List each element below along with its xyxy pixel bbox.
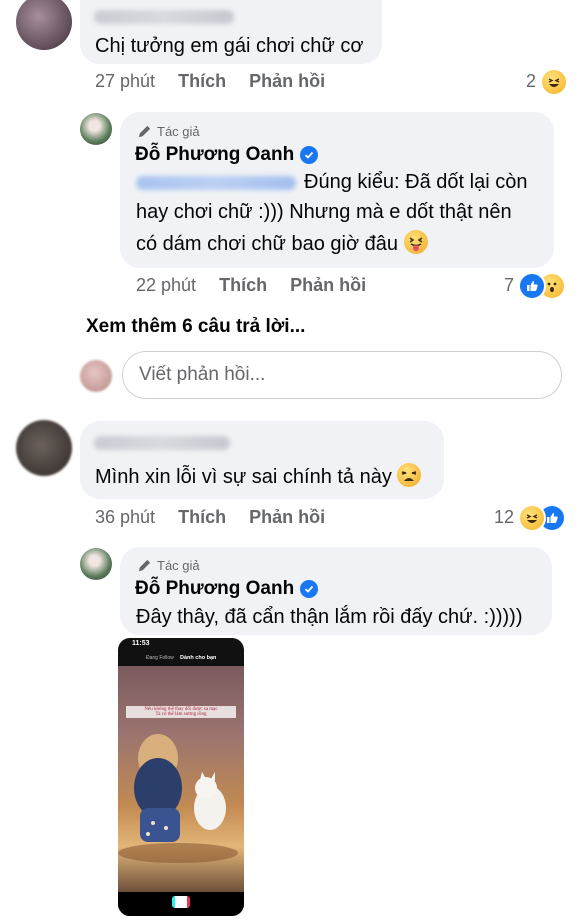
commenter-name-blurred[interactable] xyxy=(94,10,234,24)
commenter-avatar[interactable] xyxy=(16,420,72,476)
reply-text-line-2: hay chơi chữ :))) Nhưng mà e dốt thật nê… xyxy=(136,201,512,223)
commenter-name-blurred[interactable] xyxy=(94,436,230,450)
video-illustration xyxy=(118,734,238,863)
verified-badge-icon xyxy=(300,146,319,164)
comment-text: Chị tưởng em gái chơi chữ cơ xyxy=(95,35,364,57)
verified-badge-icon xyxy=(300,580,319,598)
comment-time[interactable]: 36 phút xyxy=(95,507,155,527)
reply-meta: 22 phút Thích Phản hồi xyxy=(136,275,366,296)
author-tag: Tác giả xyxy=(137,558,200,573)
reaction-count[interactable]: 12 xyxy=(494,507,514,528)
reaction-count[interactable]: 2 xyxy=(526,71,536,92)
comment-time[interactable]: 27 phút xyxy=(95,71,155,91)
pen-icon xyxy=(138,559,151,572)
like-reaction-icon[interactable] xyxy=(518,272,546,300)
author-avatar[interactable] xyxy=(80,113,112,145)
comment-text: Mình xin lỗi vì sự sai chính tả này xyxy=(95,461,422,493)
attached-screenshot[interactable]: 11:53 Đang Follow Dành cho bạn Nếu không… xyxy=(118,638,244,916)
create-button xyxy=(172,896,190,908)
author-name[interactable]: Đỗ Phương Oanh xyxy=(135,144,319,166)
haha-reaction-icon[interactable] xyxy=(540,68,568,96)
pen-icon xyxy=(138,125,151,138)
reply-button[interactable]: Phản hồi xyxy=(290,275,366,295)
commenter-avatar[interactable] xyxy=(16,0,72,50)
reply-time[interactable]: 22 phút xyxy=(136,275,196,295)
tab-following: Đang Follow xyxy=(146,655,174,661)
reply-input[interactable] xyxy=(123,352,561,398)
like-button[interactable]: Thích xyxy=(178,71,226,91)
video-caption: Nếu không thể thay đổi được sa mạc Ta có… xyxy=(126,706,236,718)
tongue-emoji-icon xyxy=(403,230,428,254)
reply-field[interactable] xyxy=(122,351,562,399)
reply-button[interactable]: Phản hồi xyxy=(249,507,325,527)
status-time: 11:53 xyxy=(132,640,150,647)
see-more-replies-link[interactable]: Xem thêm 6 câu trả lời... xyxy=(86,316,305,338)
comment-meta: 27 phút Thích Phản hồi xyxy=(95,71,325,92)
reaction-count[interactable]: 7 xyxy=(504,275,514,296)
author-tag: Tác giả xyxy=(137,124,200,139)
tagged-name-blurred[interactable] xyxy=(136,176,296,190)
comment-meta: 36 phút Thích Phản hồi xyxy=(95,507,325,528)
reply-text-line-1: Đúng kiểu: Đã dốt lại còn xyxy=(304,171,528,193)
haha-reaction-icon[interactable] xyxy=(518,504,546,532)
weary-emoji-icon xyxy=(397,463,422,487)
reply-button[interactable]: Phản hồi xyxy=(249,71,325,91)
tab-for-you: Dành cho bạn xyxy=(180,655,217,661)
reply-text: Đây thây, đã cẩn thận lắm rồi đấy chứ. :… xyxy=(136,606,523,628)
current-user-avatar xyxy=(80,360,112,392)
like-button[interactable]: Thích xyxy=(219,275,267,295)
reply-text-line-3: có dám chơi chữ bao giờ đâu xyxy=(136,228,428,260)
like-button[interactable]: Thích xyxy=(178,507,226,527)
author-name[interactable]: Đỗ Phương Oanh xyxy=(135,578,319,600)
author-avatar[interactable] xyxy=(80,548,112,580)
